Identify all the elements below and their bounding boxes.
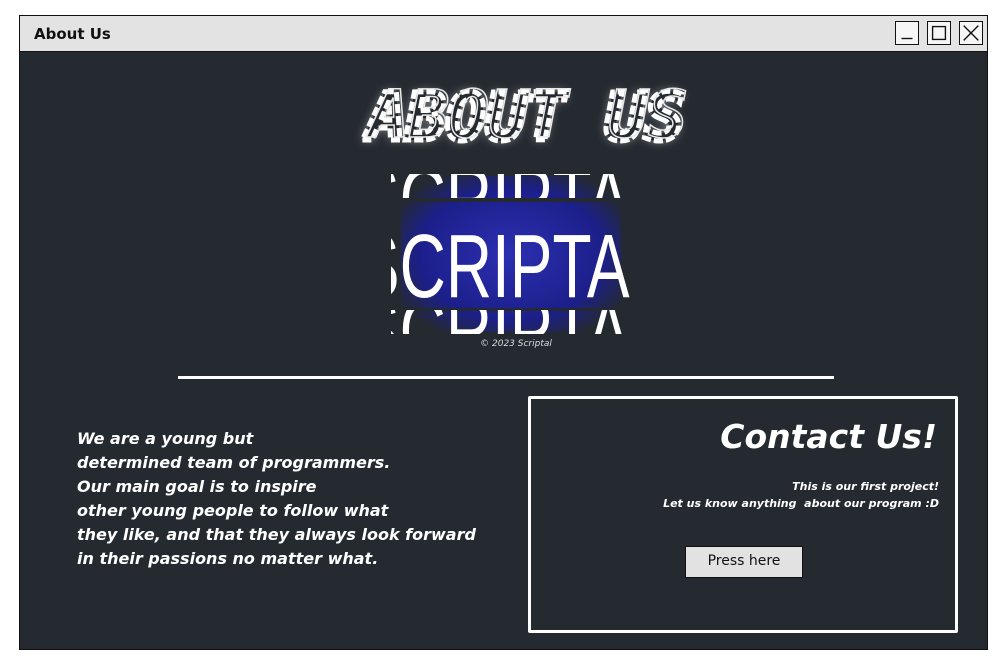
svg-text:ABOUT US: ABOUT US (366, 76, 688, 153)
press-here-button[interactable]: Press here (685, 546, 803, 578)
maximize-button[interactable] (927, 21, 951, 45)
close-button[interactable] (959, 21, 983, 45)
about-line: they like, and that they always look for… (77, 525, 476, 544)
svg-text:SCRIPTAL: SCRIPTAL (391, 218, 631, 317)
about-line: determined team of programmers. (77, 453, 391, 472)
close-icon (963, 25, 979, 41)
app-window: About Us ABOUT US ABOUT US ABOUT US CRIP… (19, 15, 988, 650)
about-description: We are a young but determined team of pr… (77, 427, 497, 571)
minimize-button[interactable] (895, 21, 919, 45)
section-divider (178, 376, 834, 379)
window-title: About Us (34, 25, 111, 43)
about-line: We are a young but (77, 429, 254, 448)
about-us-heading: ABOUT US ABOUT US ABOUT US (275, 75, 775, 158)
about-line: in their passions no matter what. (77, 549, 379, 568)
maximize-icon (931, 25, 947, 41)
contact-note-line: This is our first project! (792, 480, 939, 493)
copyright-text: © 2023 Scriptal (480, 339, 552, 349)
contact-note-line: Let us know anything about our program :… (663, 497, 939, 510)
about-line: Our main goal is to inspire (77, 477, 317, 496)
scriptal-logo-graphic: SCRIPTAL SCRIPTAL SCRIPTAL (391, 174, 631, 334)
scriptal-logo: SCRIPTAL SCRIPTAL SCRIPTAL (391, 174, 631, 334)
contact-panel: Contact Us! This is our first project! L… (528, 396, 958, 633)
about-line: other young people to follow what (77, 501, 389, 520)
about-us-heading-graphic: ABOUT US ABOUT US ABOUT US (360, 75, 689, 158)
contact-title: Contact Us! (720, 417, 937, 456)
title-bar[interactable]: About Us (20, 16, 987, 52)
contact-note: This is our first project! Let us know a… (663, 478, 939, 512)
minimize-icon (901, 37, 913, 40)
